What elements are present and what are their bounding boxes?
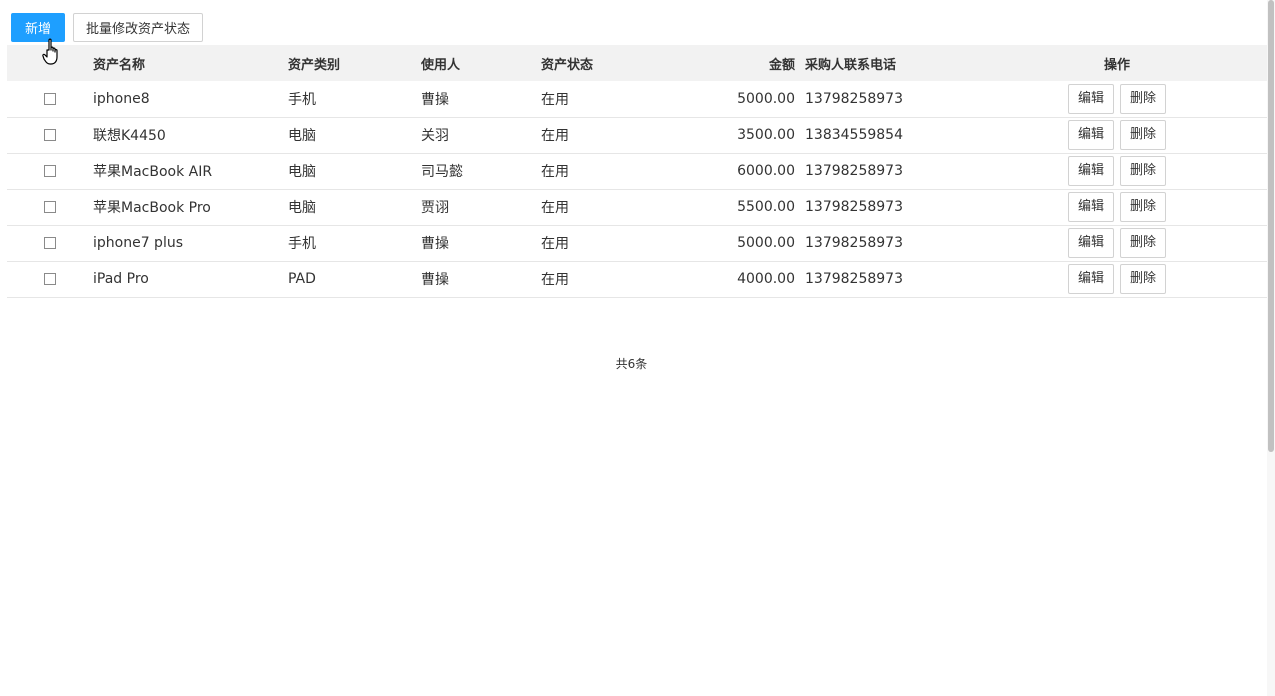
- cell-asset-name: 苹果MacBook AIR: [93, 164, 213, 180]
- table-row: iphone8 手机 曹操 在用 5000.00 13798258973 编辑 删除: [7, 81, 1267, 117]
- cell-asset-name: iPad Pro: [93, 271, 149, 287]
- cell-user: 曹操: [421, 91, 449, 108]
- cell-amount: 3500.00: [737, 127, 795, 143]
- table-body: iphone8 手机 曹操 在用 5000.00 13798258973 编辑 删除 联想K44…: [7, 81, 1267, 297]
- table-row: iPad Pro PAD 曹操 在用 4000.00 13798258973 编辑 删除: [7, 261, 1267, 297]
- cell-asset-status: 在用: [541, 164, 569, 180]
- cell-purchaser-phone: 13798258973: [805, 90, 903, 107]
- delete-button[interactable]: 删除: [1120, 120, 1167, 150]
- header-asset-category: 资产类别: [288, 57, 341, 73]
- cell-amount: 5000.00: [737, 235, 795, 251]
- cell-asset-category: 电脑: [288, 200, 316, 216]
- table-row: iphone7 plus 手机 曹操 在用 5000.00 13798258973 编辑 删除: [7, 225, 1267, 261]
- cell-asset-name: iphone8: [93, 90, 150, 107]
- row-checkbox[interactable]: [44, 165, 56, 177]
- cell-purchaser-phone: 13798258973: [805, 199, 903, 215]
- header-asset-name: 资产名称: [93, 57, 146, 73]
- row-checkbox-cell: [7, 261, 93, 297]
- total-count: 共6条: [615, 357, 648, 371]
- cell-asset-name: iphone7 plus: [93, 235, 184, 251]
- toolbar: 新增 批量修改资产状态: [11, 13, 204, 42]
- cell-amount: 5000.00: [737, 90, 795, 107]
- cell-user: 曹操: [421, 236, 449, 252]
- cell-purchaser-phone: 13798258973: [805, 235, 903, 251]
- row-operations: 编辑 删除: [967, 189, 1267, 225]
- cell-asset-name: 苹果MacBook Pro: [93, 200, 211, 216]
- delete-button[interactable]: 删除: [1120, 83, 1167, 114]
- cell-user: 曹操: [421, 272, 449, 288]
- row-checkbox-cell: [7, 225, 93, 261]
- cell-asset-category: 手机: [288, 236, 316, 252]
- edit-button[interactable]: 编辑: [1067, 192, 1114, 222]
- cell-user: 司马懿: [421, 164, 463, 180]
- row-checkbox[interactable]: [44, 273, 56, 285]
- row-operations: 编辑 删除: [967, 153, 1267, 189]
- cell-purchaser-phone: 13798258973: [805, 163, 903, 179]
- header-user: 使用人: [421, 57, 461, 73]
- row-checkbox-cell: [7, 189, 93, 225]
- cell-asset-category: 电脑: [288, 164, 316, 180]
- delete-button[interactable]: 删除: [1120, 264, 1167, 294]
- edit-button[interactable]: 编辑: [1067, 228, 1114, 258]
- edit-button[interactable]: 编辑: [1067, 156, 1114, 186]
- batch-edit-status-button[interactable]: 批量修改资产状态: [73, 13, 204, 42]
- edit-button[interactable]: 编辑: [1067, 83, 1114, 114]
- row-checkbox[interactable]: [44, 237, 56, 249]
- delete-button[interactable]: 删除: [1120, 156, 1167, 186]
- row-operations: 编辑 删除: [967, 261, 1267, 297]
- cell-asset-name: 联想K4450: [93, 128, 166, 144]
- asset-table: 资产名称 资产类别 使用人 资产状态 金额 采购人联系电话 操作 iphone8…: [7, 45, 1267, 298]
- row-operations: 编辑 删除: [967, 117, 1267, 153]
- cell-asset-status: 在用: [541, 128, 569, 144]
- table-row: 联想K4450 电脑 关羽 在用 3500.00 13834559854 编辑 删除: [7, 117, 1267, 153]
- cell-asset-category: PAD: [288, 271, 316, 287]
- hand-pointer-cursor-icon: [42, 38, 58, 65]
- cell-asset-status: 在用: [541, 236, 569, 252]
- cell-user: 贾诩: [421, 200, 449, 216]
- row-checkbox[interactable]: [44, 201, 56, 213]
- header-operations: 操作: [1103, 57, 1130, 73]
- row-checkbox-cell: [7, 153, 93, 189]
- cell-asset-status: 在用: [541, 200, 569, 216]
- row-operations: 编辑 删除: [967, 225, 1267, 261]
- edit-button[interactable]: 编辑: [1067, 120, 1114, 150]
- cell-asset-category: 手机: [288, 91, 316, 108]
- cell-amount: 4000.00: [737, 271, 795, 287]
- table-row: 苹果MacBook AIR 电脑 司马懿 在用 6000.00 13798258973 编辑…: [7, 153, 1267, 189]
- cell-user: 关羽: [421, 128, 449, 144]
- edit-button[interactable]: 编辑: [1067, 264, 1114, 294]
- row-checkbox[interactable]: [44, 129, 56, 141]
- header-purchaser-phone: 采购人联系电话: [805, 57, 897, 73]
- vertical-scrollbar[interactable]: [1267, 0, 1275, 696]
- cell-amount: 6000.00: [737, 163, 795, 179]
- delete-button[interactable]: 删除: [1120, 228, 1167, 258]
- scrollbar-thumb[interactable]: [1268, 0, 1274, 452]
- cell-purchaser-phone: 13798258973: [805, 271, 903, 287]
- delete-button[interactable]: 删除: [1120, 192, 1167, 222]
- table-header-row: 资产名称 资产类别 使用人 资产状态 金额 采购人联系电话 操作: [7, 45, 1267, 81]
- cell-asset-status: 在用: [541, 91, 569, 108]
- header-asset-status: 资产状态: [541, 57, 594, 73]
- table-row: 苹果MacBook Pro 电脑 贾诩 在用 5500.00 13798258973 编辑删…: [7, 189, 1267, 225]
- row-checkbox-cell: [7, 117, 93, 153]
- row-checkbox[interactable]: [44, 92, 56, 105]
- header-amount: 金额: [768, 57, 795, 73]
- cell-asset-status: 在用: [541, 272, 569, 288]
- row-operations: 编辑 删除: [967, 81, 1267, 117]
- row-checkbox-cell: [7, 81, 93, 117]
- cell-purchaser-phone: 13834559854: [805, 127, 903, 143]
- cell-amount: 5500.00: [737, 199, 795, 215]
- cell-asset-category: 电脑: [288, 128, 316, 144]
